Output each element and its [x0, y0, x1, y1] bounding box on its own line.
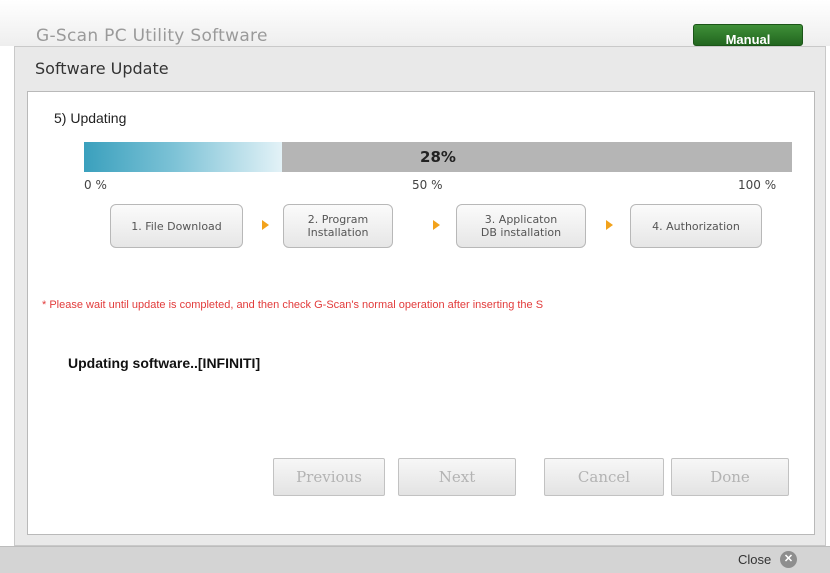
close-circle-icon[interactable]: ✕	[780, 551, 797, 568]
stage-authorization: 4. Authorization	[630, 204, 762, 248]
app-title: G-Scan PC Utility Software	[36, 26, 268, 46]
status-text: Updating software..[INFINITI]	[68, 355, 261, 371]
progress-tick-100: 100 %	[738, 178, 777, 192]
progress-tick-0: 0 %	[84, 178, 107, 192]
warning-notice: * Please wait until update is completed,…	[42, 299, 544, 311]
step-heading: 5) Updating	[54, 110, 127, 126]
stage-arrow-icon	[606, 220, 613, 230]
done-button[interactable]: Done	[671, 458, 789, 496]
close-label[interactable]: Close	[738, 552, 771, 567]
manual-button[interactable]: Manual	[693, 24, 803, 46]
progress-tick-50: 50 %	[412, 178, 443, 192]
dialog-title: Software Update	[35, 59, 169, 78]
bottom-bar: Close ✕	[0, 546, 830, 573]
previous-button[interactable]: Previous	[273, 458, 385, 496]
next-button[interactable]: Next	[398, 458, 516, 496]
cancel-button[interactable]: Cancel	[544, 458, 664, 496]
stage-arrow-icon	[262, 220, 269, 230]
stage-db-installation: 3. Applicaton DB installation	[456, 204, 586, 248]
app-header: G-Scan PC Utility Software Manual	[0, 0, 830, 46]
stage-arrow-icon	[433, 220, 440, 230]
progress-bar: 28%	[84, 142, 792, 172]
progress-percent: 28%	[420, 148, 456, 166]
stage-file-download: 1. File Download	[110, 204, 243, 248]
stage-program-installation: 2. Program Installation	[283, 204, 393, 248]
